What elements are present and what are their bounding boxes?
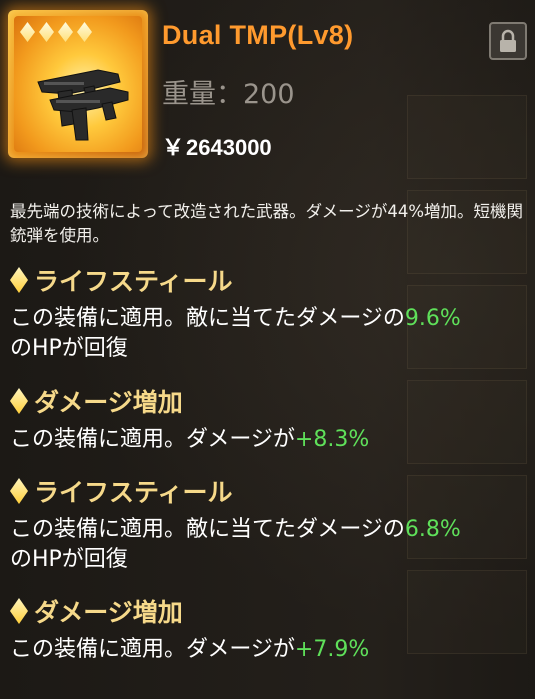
effect-block: ダメージ増加 この装備に適用。ダメージが+7.9%: [10, 593, 530, 665]
effect-block: ライフスティール この装備に適用。敵に当てたダメージの9.6% のHPが回復: [10, 262, 530, 364]
effect-value: 6.8%: [404, 517, 461, 542]
effect-block: ダメージ増加 この装備に適用。ダメージが+8.3%: [10, 383, 530, 455]
star-icon: [39, 22, 54, 42]
submachine-gun-icon: [37, 69, 129, 141]
effect-title: ライフスティール: [34, 478, 233, 507]
effect-value: +8.3%: [294, 427, 370, 452]
item-description: 最先端の技術によって改造された武器。ダメージが44%増加。短機関銃弾を使用。: [10, 202, 524, 245]
effect-value: 9.6%: [404, 306, 461, 331]
diamond-icon: [10, 598, 28, 624]
effect-title: ダメージ増加: [34, 388, 183, 417]
effect-text: この装備に適用。敵に当てたダメージの6.8% のHPが回復: [10, 517, 461, 572]
lock-icon: [500, 29, 516, 52]
lock-button[interactable]: [489, 22, 527, 60]
star-icon: [20, 22, 35, 42]
star-icon: [77, 22, 92, 42]
item-price: ￥2643000: [162, 130, 272, 162]
item-weight: 重量：200: [162, 79, 295, 110]
rarity-stars: [20, 22, 92, 42]
effect-block: ライフスティール この装備に適用。敵に当てたダメージの6.8% のHPが回復: [10, 473, 530, 575]
yen-symbol: ￥: [162, 135, 185, 160]
effect-text: この装備に適用。敵に当てたダメージの9.6% のHPが回復: [10, 306, 461, 361]
effect-value: +7.9%: [294, 637, 370, 662]
effect-text: この装備に適用。ダメージが+8.3%: [10, 427, 370, 452]
star-icon: [58, 22, 73, 42]
item-name: Dual TMP(Lv8): [162, 20, 354, 50]
item-icon-frame: [8, 10, 148, 158]
effect-title: ダメージ増加: [34, 598, 183, 627]
diamond-icon: [10, 388, 28, 414]
effect-title: ライフスティール: [34, 267, 233, 296]
price-value: 2643000: [186, 135, 272, 160]
diamond-icon: [10, 267, 28, 293]
effect-text: この装備に適用。ダメージが+7.9%: [10, 637, 370, 662]
background-item-tile: [407, 95, 527, 179]
diamond-icon: [10, 478, 28, 504]
